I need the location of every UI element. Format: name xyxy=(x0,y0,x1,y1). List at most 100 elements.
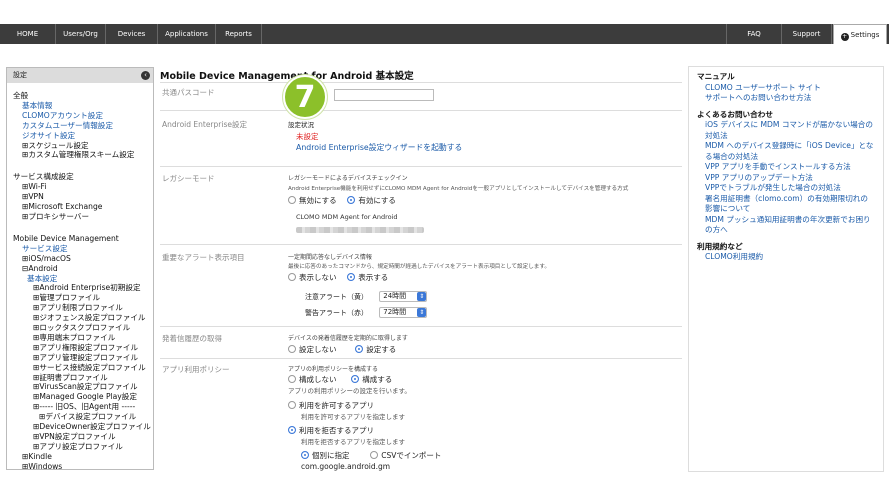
row-passcode: 共通パスコード xyxy=(160,82,682,110)
sidebar-item[interactable]: ⊞プロキシサーバー xyxy=(13,212,153,222)
sidebar-item[interactable]: カスタムユーザー情報設定 xyxy=(13,121,153,131)
history-off-radio[interactable] xyxy=(288,345,296,353)
enterprise-label: Android Enterprise設定 xyxy=(162,120,247,129)
sidebar-item[interactable]: ⊞----- 旧OS、旧Agent用 ----- xyxy=(13,402,153,412)
sidebar-item[interactable]: ⊞Android Enterprise初期設定 xyxy=(13,283,153,293)
nav-tab-devices[interactable]: Devices xyxy=(106,24,158,44)
passcode-label: 共通パスコード xyxy=(162,88,215,97)
sidebar-item[interactable]: ⊞カスタム管理権限スキーム設定 xyxy=(13,150,153,160)
alert-hide-radio[interactable] xyxy=(288,273,296,281)
alert-description: 最後に応答のあったコマンドから、規定時間が経過したデバイスをアラート表示項目とし… xyxy=(288,264,551,270)
alert-show-radio[interactable] xyxy=(347,273,356,281)
deny-apps-radio[interactable] xyxy=(288,426,296,434)
nav-tab-support[interactable]: Support xyxy=(782,24,832,44)
passcode-input[interactable] xyxy=(334,89,434,101)
sidebar-item[interactable]: ⊞証明書プロファイル xyxy=(13,373,153,383)
sidebar-item[interactable]: ⊞DeviceOwner設定プロファイル xyxy=(13,422,153,432)
nav-tab-applications[interactable]: Applications xyxy=(158,24,216,44)
sidebar-item[interactable]: ⊞サービス接続設定プロファイル xyxy=(13,363,153,373)
terms-heading: 利用規約など xyxy=(697,241,743,251)
sidebar-item[interactable]: ⊞アプリ設定プロファイル xyxy=(13,442,153,452)
sidebar-item[interactable]: ⊞デバイス設定プロファイル xyxy=(13,412,153,422)
sidebar-item[interactable]: ⊞Microsoft Exchange xyxy=(13,202,153,212)
policy-off-radio[interactable] xyxy=(288,375,296,383)
history-options: 設定しない 設定する xyxy=(288,344,396,355)
individual-radio[interactable] xyxy=(301,451,309,459)
sidebar-item[interactable]: ⊞iOS/macOS xyxy=(13,254,153,264)
sidebar-item[interactable]: ⊞アプリ権限設定プロファイル xyxy=(13,343,153,353)
sidebar-item[interactable]: CLOMOアカウント設定 xyxy=(13,111,153,121)
sidebar-item[interactable]: ⊞アプリ管理設定プロファイル xyxy=(13,353,153,363)
sidebar-item[interactable]: ⊞専用端末プロファイル xyxy=(13,333,153,343)
alarm-alert-select[interactable]: 72時間 ⇕ xyxy=(379,307,428,318)
sidebar-item[interactable]: ジオサイト設定 xyxy=(13,131,153,141)
sidebar-item[interactable]: 基本設定 xyxy=(13,274,153,284)
enterprise-wizard-link[interactable]: Android Enterprise設定ウィザードを起動する xyxy=(296,142,462,153)
help-link[interactable]: MDM へのデバイス登録時に「iOS Device」となる場合の対処法 xyxy=(697,141,875,162)
nav-tab-faq[interactable]: FAQ xyxy=(726,24,782,44)
sidebar-item[interactable]: ⊞VPN xyxy=(13,192,153,202)
sidebar-item[interactable]: サービス設定 xyxy=(13,244,153,254)
help-link[interactable]: iOS デバイスに MDM コマンドが届かない場合の対処法 xyxy=(697,120,875,141)
sidebar-tree: 全般 基本情報 CLOMOアカウント設定 カスタムユーザー情報設定 ジオサイト設定 ⊞スケ… xyxy=(7,83,153,469)
help-link[interactable]: CLOMO ユーザーサポート サイト xyxy=(697,83,875,94)
plus-icon: + xyxy=(840,33,849,41)
legacy-heading: レガシーモードによるデバイスチェックイン xyxy=(288,175,408,182)
policy-options: 構成しない 構成する xyxy=(288,374,392,385)
row-app-policy: アプリ利用ポリシー アプリの利用ポリシーを構成する 構成しない 構成する アプリ… xyxy=(160,358,682,500)
sidebar-item[interactable]: 基本情報 xyxy=(13,101,153,111)
sidebar-item[interactable]: ⊞Kindle xyxy=(13,452,153,462)
help-link[interactable]: 署名用証明書（clomo.com）の有効期限切れの影響について xyxy=(697,194,875,215)
alert-options: 表示しない 表示する xyxy=(288,272,388,283)
policy-heading: アプリの利用ポリシーを構成する xyxy=(288,366,379,373)
legacy-options: 無効にする 有効にする xyxy=(288,195,396,206)
legacy-enable-radio[interactable] xyxy=(347,196,356,204)
nav-tab-users-org[interactable]: Users/Org xyxy=(56,24,106,44)
nav-tab-settings[interactable]: + Settings xyxy=(833,24,887,44)
page-title: Mobile Device Management for Android 基本設… xyxy=(160,71,414,82)
chevron-down-icon: ⇕ xyxy=(417,308,427,317)
sidebar-item[interactable]: ⊞Windows xyxy=(13,462,153,469)
sidebar-item[interactable]: ⊟Android xyxy=(13,264,153,274)
sidebar-item[interactable]: ⊞VPN設定プロファイル xyxy=(13,432,153,442)
sidebar-item[interactable]: ⊞Wi-Fi xyxy=(13,182,153,192)
sidebar-item[interactable]: ⊞ロックタスクプロファイル xyxy=(13,323,153,333)
help-link[interactable]: MDM プッシュ通知用証明書の年次更新でお困りの方へ xyxy=(697,215,875,236)
sidebar-item[interactable]: ⊞アプリ制限プロファイル xyxy=(13,303,153,313)
faq-heading: よくあるお問い合わせ xyxy=(697,109,773,119)
alert-label: 重要なアラート表示項目 xyxy=(162,253,245,262)
agent-redacted-value xyxy=(296,226,424,235)
allow-apps-radio[interactable] xyxy=(288,401,296,409)
policy-on-radio[interactable] xyxy=(351,375,360,383)
collapse-sidebar-icon[interactable]: ‹ xyxy=(141,71,150,80)
csv-import-radio[interactable] xyxy=(370,451,379,459)
legacy-description: Android Enterprise機能を利用せずにCLOMO MDM Agen… xyxy=(288,186,629,192)
help-link[interactable]: VPPでトラブルが発生した場合の対処法 xyxy=(697,183,875,194)
legacy-disable-radio[interactable] xyxy=(288,196,296,204)
sidebar-section-title: サービス構成設定 xyxy=(13,172,74,182)
sidebar-item[interactable]: ⊞管理プロファイル xyxy=(13,293,153,303)
history-on-radio[interactable] xyxy=(355,345,364,353)
help-link[interactable]: CLOMO利用規約 xyxy=(697,252,875,263)
sidebar-item[interactable]: ⊞ジオフェンス設定プロファイル xyxy=(13,313,153,323)
nav-tab-home[interactable]: HOME xyxy=(0,24,56,44)
sidebar-item[interactable]: ⊞VirusScan設定プロファイル xyxy=(13,382,153,392)
help-link[interactable]: サポートへのお問い合わせ方法 xyxy=(697,93,875,104)
alarm-alert-row: 警告アラート（赤） 72時間 ⇕ xyxy=(305,307,428,318)
enterprise-status-label: 設定状況 xyxy=(288,121,314,129)
deny-input-mode: 個別に指定 CSVでインポート xyxy=(301,450,441,461)
sidebar-item[interactable]: ⊞Managed Google Play設定 xyxy=(13,392,153,402)
step-number-badge: 7 xyxy=(283,75,327,119)
nav-tab-reports[interactable]: Reports xyxy=(216,24,262,44)
help-link[interactable]: VPP アプリを手動でインストールする方法 xyxy=(697,162,875,173)
history-label: 発着信履歴の取得 xyxy=(162,334,222,343)
sidebar-item[interactable]: ⊞スケジュール設定 xyxy=(13,141,153,151)
enterprise-status-value: 未設定 xyxy=(296,132,319,141)
allow-apps-option: 利用を許可するアプリ xyxy=(288,400,374,411)
row-important-alert: 重要なアラート表示項目 一定期間応答なしデバイス情報 最後に応答のあったコマンド… xyxy=(160,244,682,326)
row-call-history: 発着信履歴の取得 デバイスの発着信履歴を定期的に取得します 設定しない 設定する xyxy=(160,326,682,358)
row-legacy-mode: レガシーモード レガシーモードによるデバイスチェックイン Android Ent… xyxy=(160,166,682,244)
warn-alert-select[interactable]: 24時間 ⇕ xyxy=(379,291,428,302)
allow-apps-description: 利用を許可するアプリを指定します xyxy=(301,413,405,421)
help-link[interactable]: VPP アプリのアップデート方法 xyxy=(697,173,875,184)
